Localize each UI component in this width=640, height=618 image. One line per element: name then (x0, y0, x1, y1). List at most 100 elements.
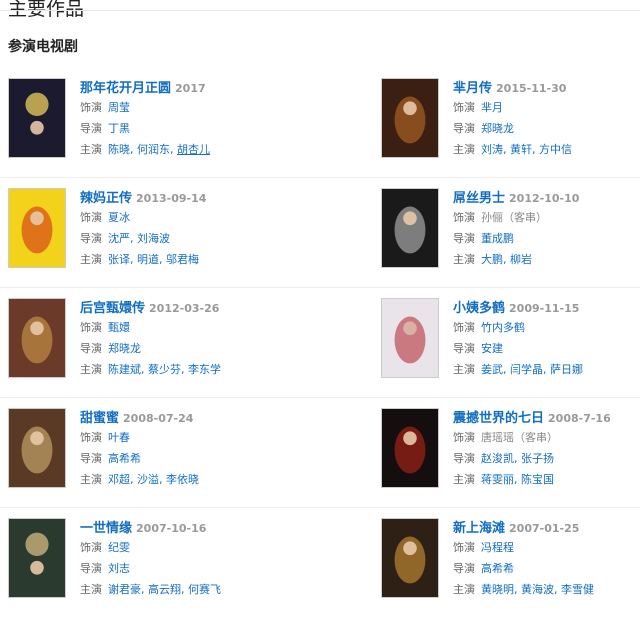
work-title-link[interactable]: 屌丝男士 (453, 191, 505, 206)
poster-art (9, 409, 65, 487)
subsection-title: 参演电视剧 (8, 39, 78, 55)
poster-art (382, 299, 438, 377)
work-date: 2007-01-25 (509, 522, 580, 535)
director-line: 导演 郑晓龙 (453, 120, 640, 138)
work-card: 屌丝男士 2012-10-10 饰演 孙俪（客串） 导演 董成鹏 主演 大鹏, 柳岩 (381, 188, 640, 268)
poster-image[interactable] (381, 78, 439, 158)
poster-art (382, 189, 438, 267)
cast-member-link[interactable]: 李依晓 (166, 473, 199, 486)
cast-separator: , (543, 363, 550, 376)
cast-member-link[interactable]: 陈宝国 (521, 473, 554, 486)
cast-member-link[interactable]: 蒋雯丽 (481, 473, 514, 486)
title-line: 震撼世界的七日 2008-7-16 (453, 408, 640, 426)
role-value[interactable]: 周莹 (108, 101, 130, 114)
work-title-link[interactable]: 后宫甄嬛传 (80, 301, 145, 316)
cast-member-link[interactable]: 蔡少芬 (148, 363, 181, 376)
cast-member-link[interactable]: 邓超 (108, 473, 130, 486)
role-value[interactable]: 冯程程 (481, 541, 514, 554)
work-card: 后宫甄嬛传 2012-03-26 饰演 甄嬛 导演 郑晓龙 主演 陈建斌, 蔡少芬, 李东学 (8, 298, 308, 378)
cast-separator: , (181, 583, 188, 596)
work-title-link[interactable]: 那年花开月正圆 (80, 81, 171, 96)
cast-member-link[interactable]: 胡杏儿 (177, 143, 210, 156)
director-value[interactable]: 赵浚凯, 张子扬 (481, 452, 554, 465)
director-line: 导演 高希希 (80, 450, 310, 468)
work-info: 后宫甄嬛传 2012-03-26 饰演 甄嬛 导演 郑晓龙 主演 陈建斌, 蔡少芬, 李东学 (80, 298, 310, 379)
role-value[interactable]: 纪雯 (108, 541, 130, 554)
works-grid: 那年花开月正圆 2017 饰演 周莹 导演 丁黑 主演 陈晓, 何润东, 胡杏儿 芈月传 2015… (0, 68, 640, 618)
role-value[interactable]: 叶春 (108, 431, 130, 444)
poster-image[interactable] (381, 408, 439, 488)
cast-member-link[interactable]: 姜武 (481, 363, 503, 376)
cast-member-link[interactable]: 柳岩 (510, 253, 532, 266)
work-info: 一世情缘 2007-10-16 饰演 纪雯 导演 刘志 主演 谢君豪, 高云翔, 何赛飞 (80, 518, 310, 599)
director-line: 导演 董成鹏 (453, 230, 640, 248)
director-line: 导演 丁黑 (80, 120, 310, 138)
director-label: 导演 (453, 342, 475, 355)
work-title-link[interactable]: 震撼世界的七日 (453, 411, 544, 426)
poster-image[interactable] (8, 188, 66, 268)
director-line: 导演 赵浚凯, 张子扬 (453, 450, 640, 468)
cast-member-link[interactable]: 大鹏 (481, 253, 503, 266)
work-info: 辣妈正传 2013-09-14 饰演 夏冰 导演 沈严, 刘海波 主演 张译, 明道, 邬君梅 (80, 188, 310, 269)
cast-member-link[interactable]: 黄轩 (510, 143, 532, 156)
work-title-link[interactable]: 一世情缘 (80, 521, 132, 536)
work-title-link[interactable]: 甜蜜蜜 (80, 411, 119, 426)
cast-member-link[interactable]: 李雪健 (561, 583, 594, 596)
work-title-link[interactable]: 辣妈正传 (80, 191, 132, 206)
cast-separator: , (141, 363, 148, 376)
cast-line: 主演 刘涛, 黄轩, 方中信 (453, 141, 640, 159)
cast-member-link[interactable]: 沙溢 (137, 473, 159, 486)
director-value[interactable]: 郑晓龙 (481, 122, 514, 135)
poster-image[interactable] (381, 188, 439, 268)
cast-member-link[interactable]: 陈晓 (108, 143, 130, 156)
role-label: 饰演 (80, 211, 102, 224)
director-value[interactable]: 董成鹏 (481, 232, 514, 245)
work-card: 震撼世界的七日 2008-7-16 饰演 唐瑶瑶（客串） 导演 赵浚凯, 张子扬 主演 蒋雯丽… (381, 408, 640, 488)
director-value[interactable]: 高希希 (108, 452, 141, 465)
work-date: 2013-09-14 (136, 192, 207, 205)
role-value[interactable]: 竹内多鹤 (481, 321, 525, 334)
cast-member-link[interactable]: 邬君梅 (166, 253, 199, 266)
role-value[interactable]: 芈月 (481, 101, 503, 114)
director-value[interactable]: 沈严, 刘海波 (108, 232, 170, 245)
cast-member-link[interactable]: 高云翔 (148, 583, 181, 596)
cast-member-link[interactable]: 黄海波 (521, 583, 554, 596)
cast-member-link[interactable]: 黄晓明 (481, 583, 514, 596)
cast-member-link[interactable]: 何赛飞 (188, 583, 221, 596)
director-value[interactable]: 丁黑 (108, 122, 130, 135)
cast-member-link[interactable]: 刘涛 (481, 143, 503, 156)
director-value[interactable]: 安建 (481, 342, 503, 355)
work-title-link[interactable]: 芈月传 (453, 81, 492, 96)
role-label: 饰演 (80, 541, 102, 554)
director-label: 导演 (80, 232, 102, 245)
director-value[interactable]: 刘志 (108, 562, 130, 575)
cast-member-link[interactable]: 明道 (137, 253, 159, 266)
cast-member-link[interactable]: 闫学晶 (510, 363, 543, 376)
cast-member-link[interactable]: 谢君豪 (108, 583, 141, 596)
cast-member-link[interactable]: 方中信 (539, 143, 572, 156)
poster-image[interactable] (381, 518, 439, 598)
poster-image[interactable] (8, 298, 66, 378)
work-title-link[interactable]: 新上海滩 (453, 521, 505, 536)
poster-image[interactable] (381, 298, 439, 378)
poster-image[interactable] (8, 78, 66, 158)
director-value[interactable]: 高希希 (481, 562, 514, 575)
cast-separator: , (130, 143, 137, 156)
cast-member-link[interactable]: 何润东 (137, 143, 170, 156)
director-label: 导演 (453, 232, 475, 245)
work-title-link[interactable]: 小姨多鹤 (453, 301, 505, 316)
role-value[interactable]: 甄嬛 (108, 321, 130, 334)
role-label: 饰演 (453, 431, 475, 444)
role-value[interactable]: 夏冰 (108, 211, 130, 224)
cast-member-link[interactable]: 李东学 (188, 363, 221, 376)
director-label: 导演 (80, 342, 102, 355)
cast-line: 主演 谢君豪, 高云翔, 何赛飞 (80, 581, 310, 599)
role-line: 饰演 冯程程 (453, 539, 640, 557)
cast-member-link[interactable]: 张译 (108, 253, 130, 266)
poster-image[interactable] (8, 408, 66, 488)
cast-member-link[interactable]: 萨日娜 (550, 363, 583, 376)
cast-member-link[interactable]: 陈建斌 (108, 363, 141, 376)
director-value[interactable]: 郑晓龙 (108, 342, 141, 355)
poster-image[interactable] (8, 518, 66, 598)
cast-label: 主演 (80, 583, 102, 596)
